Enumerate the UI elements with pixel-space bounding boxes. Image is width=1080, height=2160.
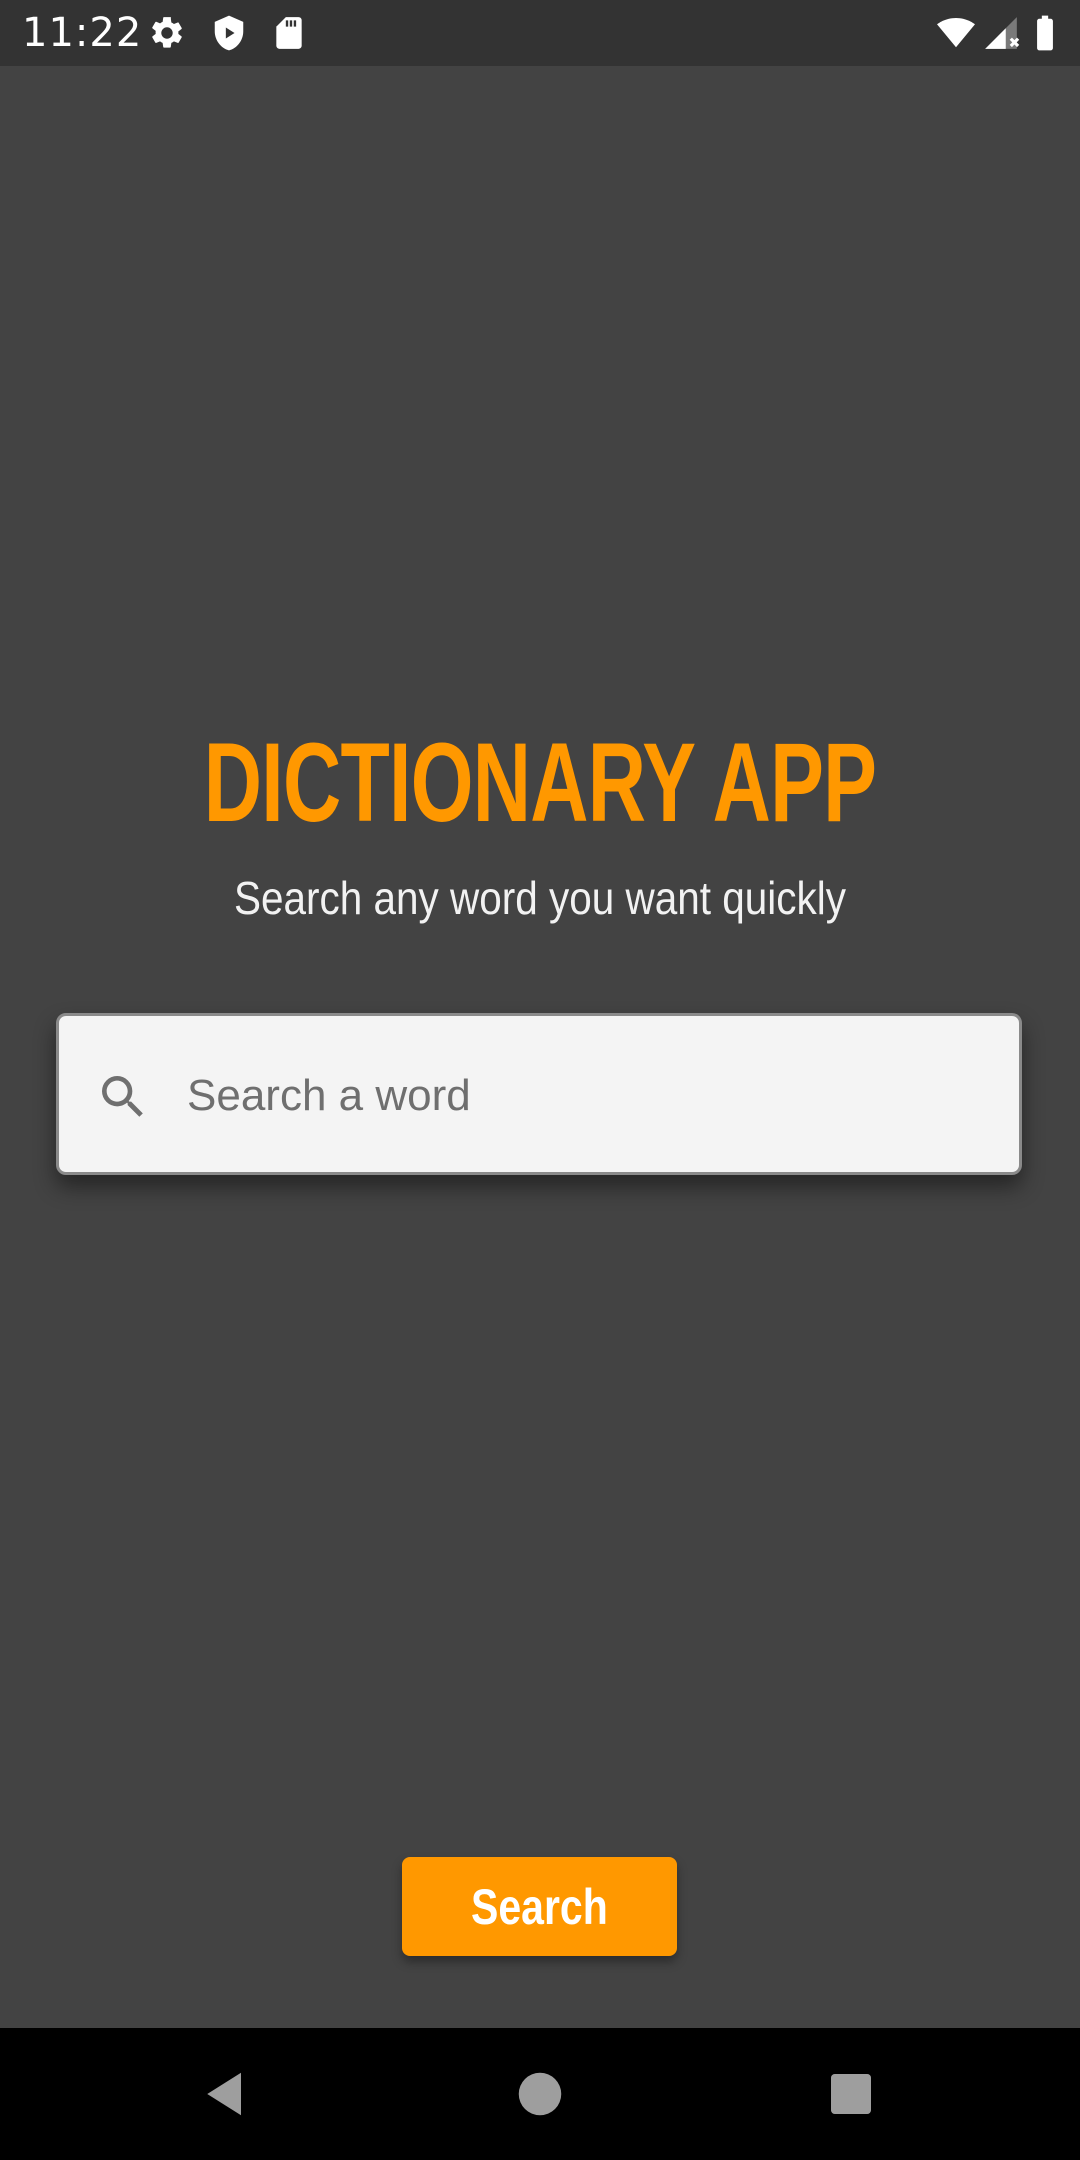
- sd-card-icon: [270, 14, 308, 52]
- shield-icon: [210, 14, 248, 52]
- search-input[interactable]: [187, 1056, 987, 1136]
- wifi-icon: [934, 14, 978, 52]
- search-button[interactable]: Search: [402, 1857, 677, 1956]
- status-time: 11:22: [22, 10, 143, 56]
- back-icon[interactable]: [196, 2064, 256, 2124]
- app-title: DICTIONARY APP: [203, 720, 877, 845]
- app-subtitle: Search any word you want quickly: [233, 872, 847, 924]
- screen: 11:22 DICTIONARY APP Search any word you…: [0, 0, 1080, 2160]
- cell-signal-icon: [982, 14, 1020, 52]
- recents-icon[interactable]: [821, 2064, 881, 2124]
- search-button-label: Search: [471, 1878, 608, 1935]
- search-box[interactable]: [56, 1013, 1022, 1175]
- status-bar: 11:22: [0, 0, 1080, 66]
- home-icon[interactable]: [510, 2064, 570, 2124]
- gear-icon: [148, 14, 186, 52]
- nav-bar: [0, 2028, 1080, 2160]
- search-icon: [95, 1069, 151, 1125]
- battery-icon: [1030, 14, 1060, 52]
